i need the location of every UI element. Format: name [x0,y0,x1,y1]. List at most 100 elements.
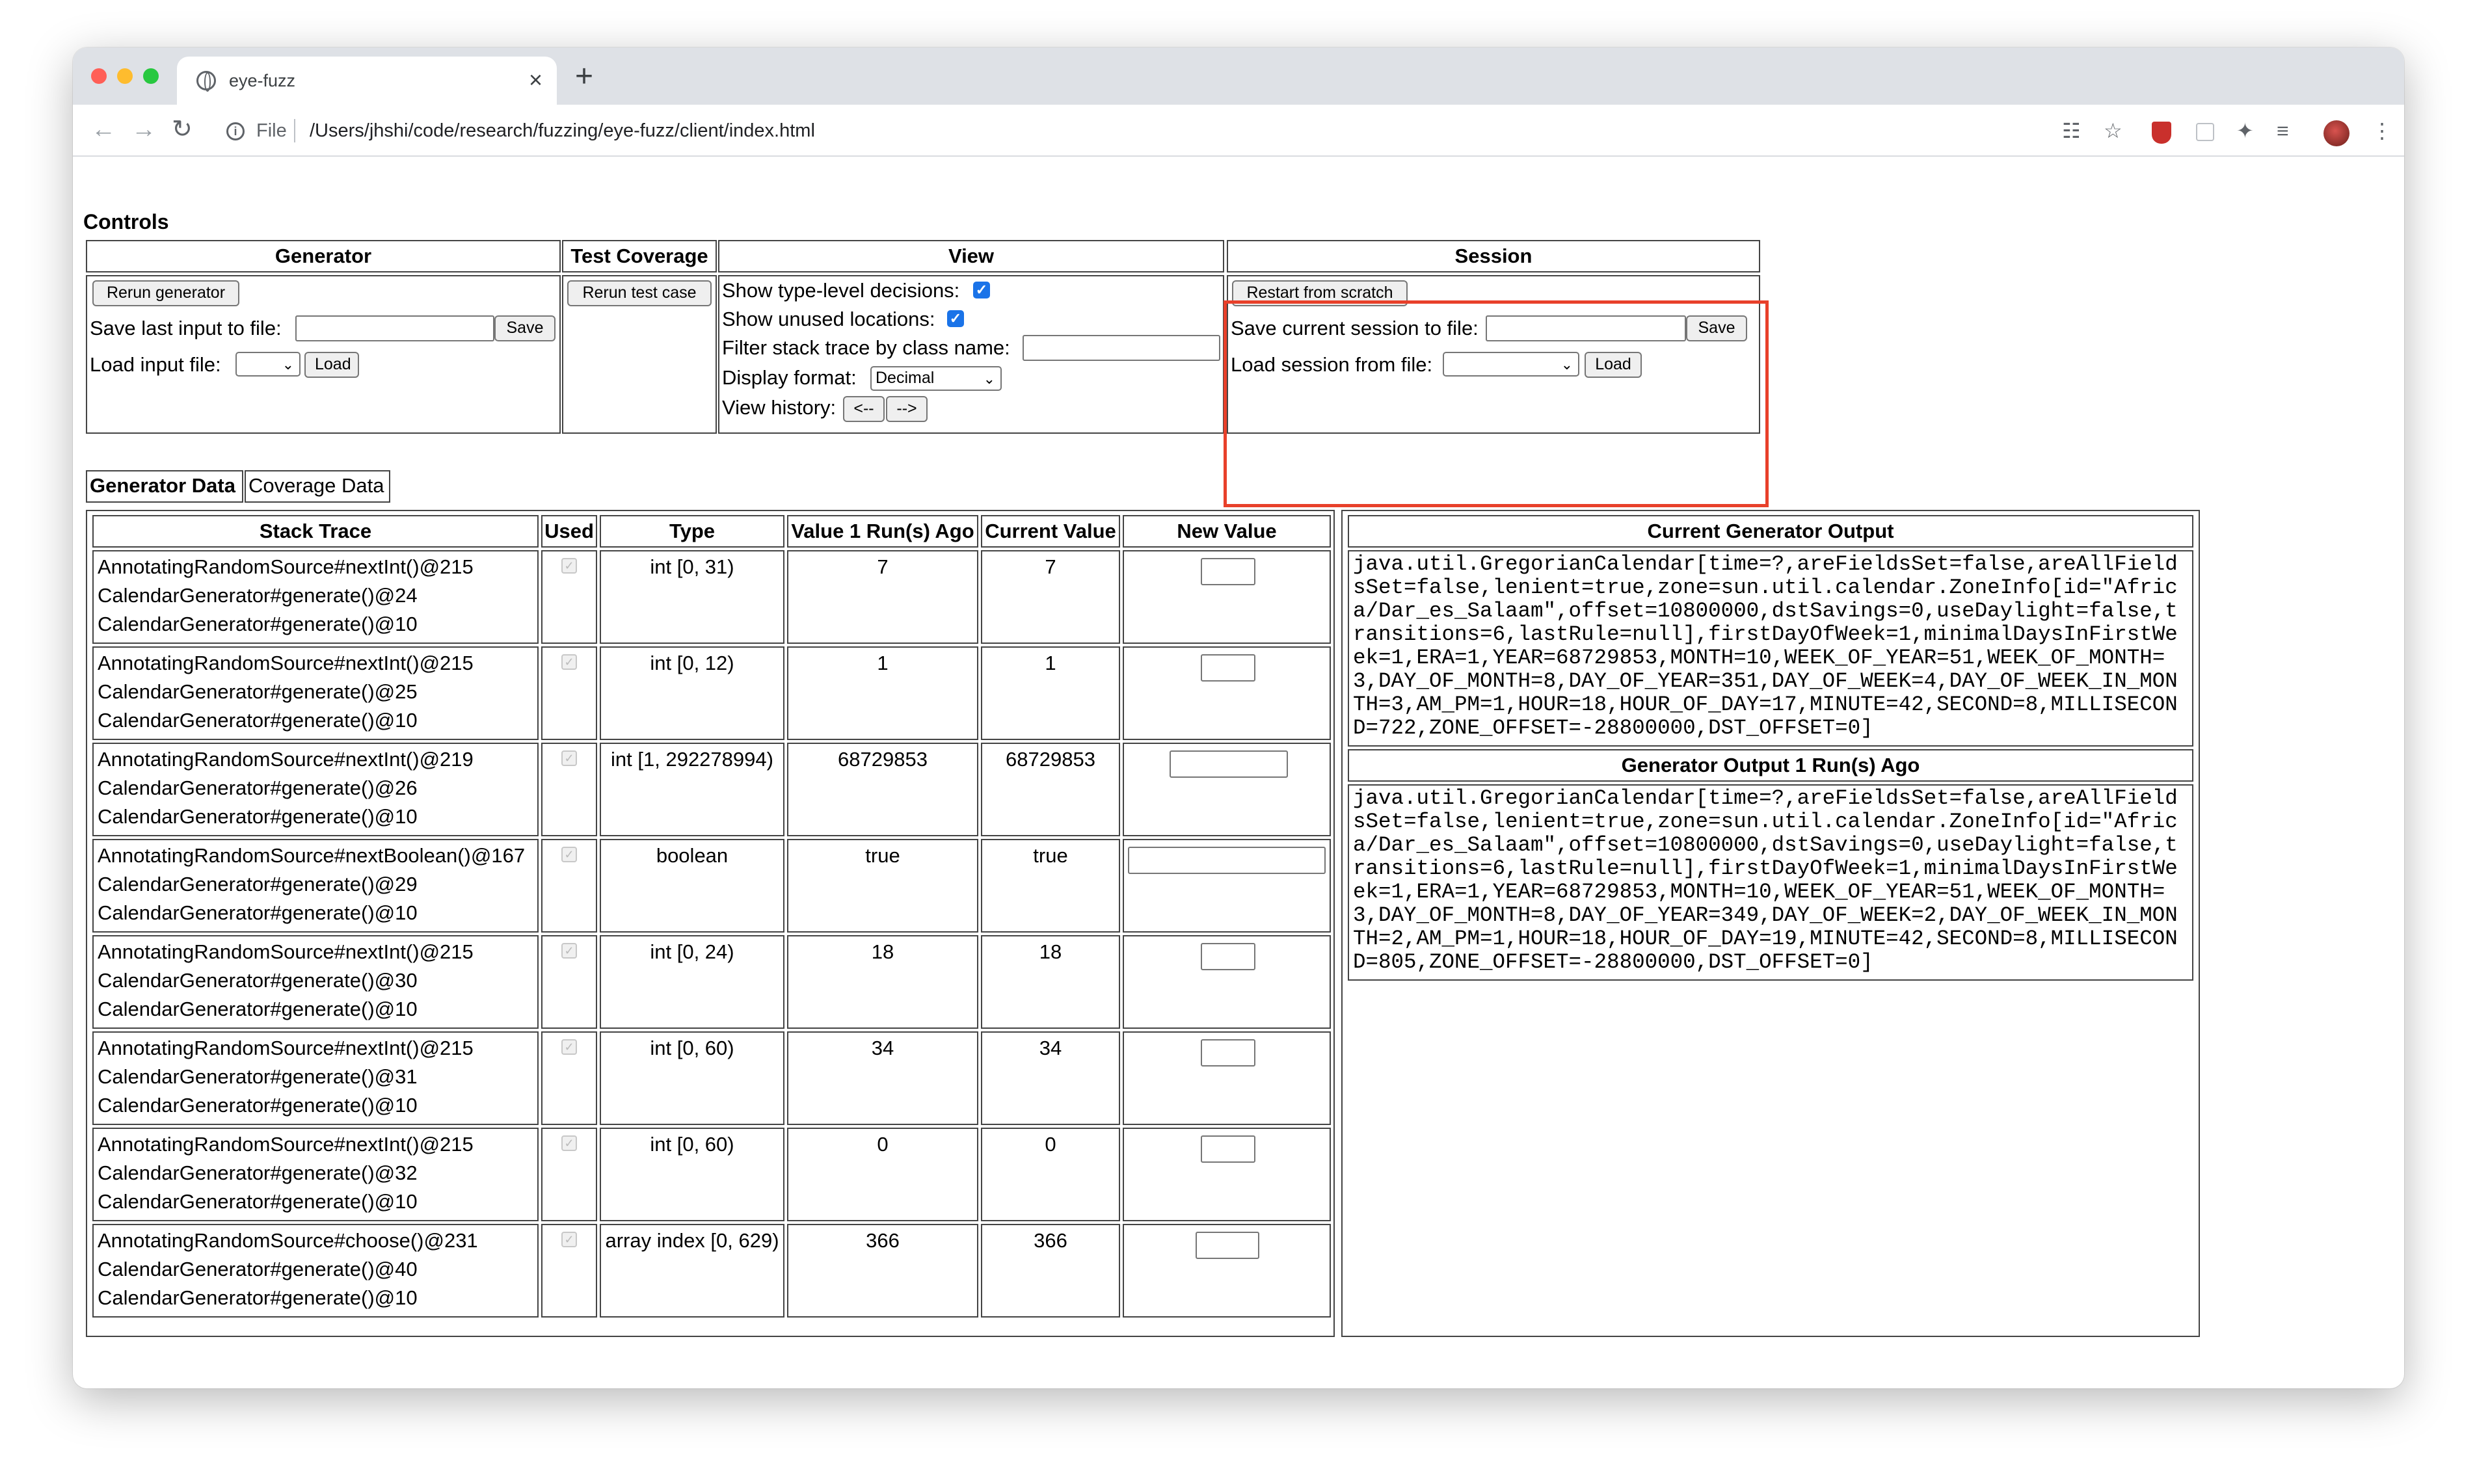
tab-strip: eye-fuzz × + [73,47,2404,105]
stack-frame: CalendarGenerator#generate()@10 [98,1190,418,1213]
stack-frame: AnnotatingRandomSource#nextBoolean()@167 [98,844,526,867]
load-input-button[interactable]: Load [304,352,359,378]
generator-data-table: Stack Trace Used Type Value 1 Run(s) Ago… [86,510,1335,1337]
new-value-cell [1123,935,1331,1029]
used-checkbox: ✓ [561,558,577,574]
new-value-input[interactable] [1128,847,1326,874]
type-level-decisions-checkbox[interactable]: ✓ [973,282,990,298]
used-cell: ✓ [541,1224,597,1318]
tab-generator-data[interactable]: Generator Data [86,470,243,503]
generator-panel: Rerun generator Save last input to file:… [86,275,561,434]
browser-window: eye-fuzz × + ← → ↻ i File /Users/jhshi/c… [73,47,2404,1388]
new-value-cell [1123,743,1331,836]
used-cell: ✓ [541,646,597,740]
maximize-window-button[interactable] [143,68,159,84]
stack-frame: AnnotatingRandomSource#choose()@231 [98,1229,478,1252]
current-output-header: Current Generator Output [1348,515,2193,548]
stack-frame: CalendarGenerator#generate()@29 [98,873,418,895]
used-cell: ✓ [541,743,597,836]
new-tab-button[interactable]: + [575,60,593,93]
session-header: Session [1227,240,1760,272]
new-value-input[interactable] [1201,1039,1255,1067]
reload-icon[interactable]: ↻ [172,115,193,144]
address-bar: ← → ↻ i File /Users/jhshi/code/research/… [73,105,2404,157]
reading-list-icon[interactable]: ≡ [2277,118,2289,144]
url-text[interactable]: /Users/jhshi/code/research/fuzzing/eye-f… [310,120,815,142]
rerun-generator-button[interactable]: Rerun generator [92,280,239,306]
previous-output-header: Generator Output 1 Run(s) Ago [1348,749,2193,782]
save-input-button[interactable]: Save [494,315,556,341]
forward-arrow-icon[interactable]: → [131,115,156,144]
back-arrow-icon[interactable]: ← [91,115,116,144]
current-value-cell: 68729853 [981,743,1120,836]
used-checkbox: ✓ [561,750,577,766]
puzzle-extensions-icon[interactable]: ✦ [2236,118,2254,144]
info-icon[interactable]: i [226,122,245,140]
used-cell: ✓ [541,1128,597,1221]
save-input-filename-field[interactable] [295,315,494,341]
test-coverage-panel: Rerun test case [562,275,717,434]
stack-frame: CalendarGenerator#generate()@30 [98,969,418,992]
used-checkbox: ✓ [561,1039,577,1055]
new-value-input[interactable] [1201,1135,1255,1163]
stack-frame: CalendarGenerator#generate()@10 [98,613,418,635]
stack-frame: AnnotatingRandomSource#nextInt()@215 [98,1037,474,1059]
stack-trace-cell: AnnotatingRandomSource#nextInt()@219 Cal… [92,743,539,836]
close-window-button[interactable] [91,68,107,84]
type-cell: int [0, 24) [600,935,784,1029]
new-value-cell [1123,839,1331,933]
stack-frame: CalendarGenerator#generate()@24 [98,584,418,607]
column-header-stack-trace: Stack Trace [92,515,539,548]
menu-dots-icon[interactable]: ⋮ [2372,118,2392,144]
extension-square-icon[interactable] [2196,123,2214,141]
load-input-select[interactable]: ⌄ [235,352,301,377]
prev-value-cell: 0 [787,1128,978,1221]
stack-trace-cell: AnnotatingRandomSource#nextInt()@215 Cal… [92,646,539,740]
type-cell: int [0, 31) [600,550,784,644]
session-highlight-frame [1224,300,1769,507]
bookmark-star-icon[interactable]: ☆ [2104,118,2122,144]
stack-frame: CalendarGenerator#generate()@10 [98,998,418,1020]
filter-stack-trace-label: Filter stack trace by class name: [722,336,1010,359]
unused-locations-label: Show unused locations: [722,308,935,330]
new-value-input[interactable] [1196,1232,1259,1259]
stack-frame: CalendarGenerator#generate()@40 [98,1258,418,1280]
prev-value-cell: 366 [787,1224,978,1318]
new-value-input[interactable] [1201,654,1255,682]
used-cell: ✓ [541,1031,597,1125]
adblock-shield-icon[interactable] [2152,122,2171,144]
tab-coverage-data[interactable]: Coverage Data [245,470,390,503]
profile-avatar[interactable] [2323,120,2350,146]
globe-icon [196,71,216,92]
prev-value-cell: 7 [787,550,978,644]
used-cell: ✓ [541,550,597,644]
unused-locations-checkbox[interactable]: ✓ [947,310,964,327]
url-separator [294,119,295,142]
display-format-label: Display format: [722,366,857,389]
translate-icon[interactable]: ☷ [2062,118,2081,144]
column-header-used: Used [541,515,597,548]
used-checkbox: ✓ [561,654,577,670]
history-forward-button[interactable]: --> [886,396,928,422]
stack-frame: CalendarGenerator#generate()@10 [98,805,418,828]
load-input-label: Load input file: [90,353,221,376]
tab-close-icon[interactable]: × [529,67,542,93]
minimize-window-button[interactable] [117,68,133,84]
filter-stack-trace-input[interactable] [1023,335,1220,361]
url-scheme-label: File [256,120,287,141]
type-cell: int [0, 60) [600,1031,784,1125]
rerun-test-case-button[interactable]: Rerun test case [567,280,712,306]
current-value-cell: 7 [981,550,1120,644]
new-value-input[interactable] [1201,558,1255,585]
stack-frame: CalendarGenerator#generate()@25 [98,680,418,703]
type-cell: int [0, 12) [600,646,784,740]
new-value-input[interactable] [1201,943,1255,970]
browser-tab[interactable]: eye-fuzz × [177,57,557,105]
stack-frame: AnnotatingRandomSource#nextInt()@215 [98,1133,474,1156]
history-back-button[interactable]: <-- [843,396,885,422]
stack-frame: AnnotatingRandomSource#nextInt()@215 [98,555,474,578]
generator-output-table: Current Generator Output java.util.Grego… [1341,510,2200,1337]
display-format-select[interactable]: Decimal ⌄ [870,366,1002,391]
new-value-input[interactable] [1170,750,1288,778]
view-header: View [718,240,1224,272]
